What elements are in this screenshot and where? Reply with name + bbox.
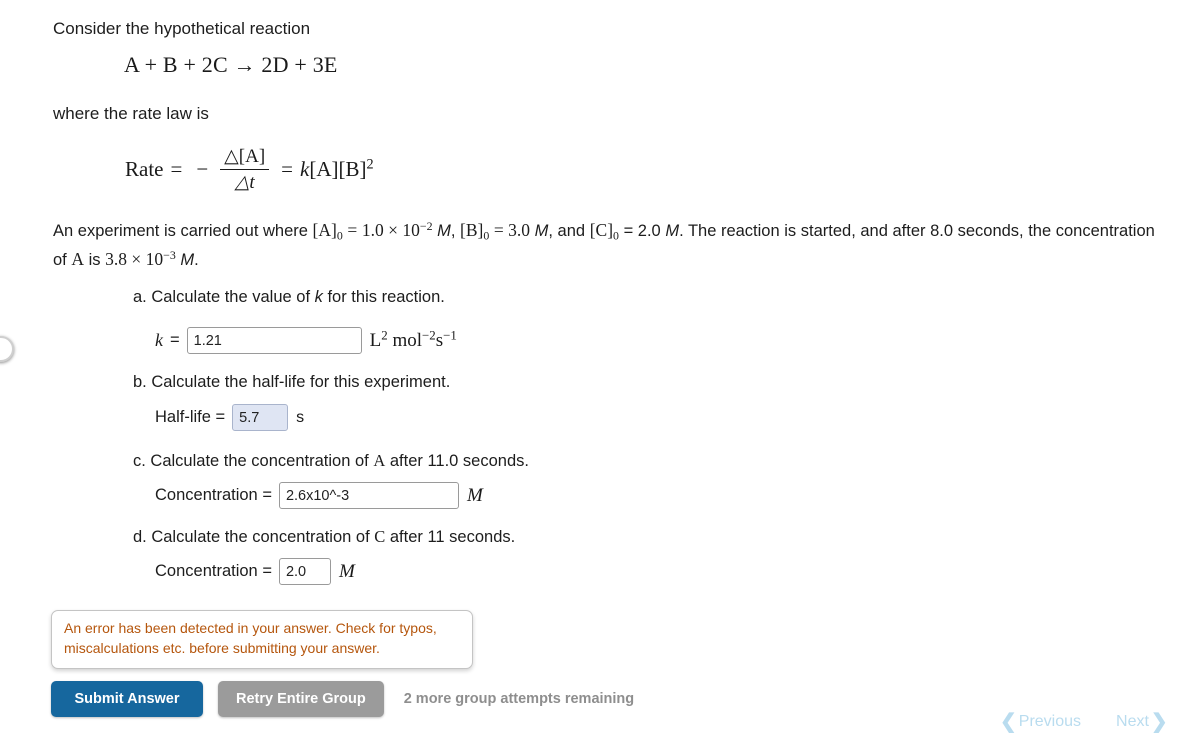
rate-law-fraction: △[A] △t [220, 145, 270, 194]
k-label: k [155, 330, 163, 350]
question-a-prompt: a. Calculate the value of k for this rea… [133, 285, 445, 311]
k-equals: = [170, 331, 180, 349]
half-life-input[interactable] [232, 404, 289, 431]
error-message-box: An error has been detected in your answe… [51, 610, 473, 669]
previous-link-label: Previous [1018, 713, 1082, 730]
rate-law-rhs: k[A][B]2 [300, 156, 374, 181]
experiment-text-3: is [88, 250, 101, 269]
answer-row-b: Half-life = s [155, 404, 304, 431]
concentration-d-units: M [338, 560, 355, 582]
initial-C-label: [C]0 [589, 220, 619, 243]
initial-B-label: [B]0 [460, 220, 490, 243]
concentration-d-input[interactable] [278, 558, 331, 585]
rate-law-lhs: Rate [125, 157, 164, 181]
rate-law-numerator: △[A] [224, 146, 266, 167]
question-d-species: C [374, 527, 386, 546]
problem-intro-text: Consider the hypothetical reaction [53, 19, 311, 38]
next-link-label: Next [1116, 713, 1149, 730]
page-edge-handle[interactable] [0, 336, 14, 362]
question-a-variable: k [314, 288, 323, 306]
question-a-suffix: for this reaction. [327, 288, 445, 306]
rate-law-equals: = [170, 157, 183, 181]
answer-row-a: k = L2 mol−2s−1 [155, 327, 457, 354]
concentration-d-label: Concentration = [155, 562, 272, 580]
species-A-symbol: A [71, 248, 84, 269]
initial-A-equals: = [347, 220, 358, 240]
final-A-value: 3.8 × 10−3 [105, 247, 176, 269]
submit-answer-button[interactable]: Submit Answer [51, 681, 203, 717]
action-bar: Submit Answer Retry Entire Group 2 more … [51, 681, 634, 717]
question-c-prefix: c. Calculate the concentration of [133, 452, 369, 470]
rate-law-denominator: △t [220, 169, 270, 194]
initial-A-unit: M [437, 222, 451, 240]
previous-link[interactable]: ❮ Previous [1000, 712, 1081, 732]
chevron-left-icon: ❮ [1000, 711, 1017, 733]
rate-law-equals-2: = [281, 157, 294, 181]
initial-A-label: [A]0 [312, 220, 343, 243]
concentration-c-label: Concentration = [155, 486, 272, 504]
initial-C-value: = 2.0 [623, 222, 661, 240]
question-d-suffix: after 11 seconds. [389, 528, 516, 546]
next-link[interactable]: Next ❯ [1116, 712, 1168, 732]
initial-C-unit: M [665, 222, 680, 240]
chevron-right-icon: ❯ [1150, 711, 1168, 733]
bottom-navigation: ❮ Previous Next ❯ [1000, 712, 1168, 732]
question-a-prefix: a. Calculate the value of [133, 288, 311, 306]
error-message-line-2: miscalculations etc. before submitting y… [64, 639, 380, 656]
question-b-prompt: b. Calculate the half-life for this expe… [133, 373, 451, 391]
retry-entire-group-button[interactable]: Retry Entire Group [218, 681, 384, 717]
final-A-unit: M [180, 250, 195, 269]
initial-B-value: = 3.0 [493, 220, 531, 240]
concentration-c-units: M [466, 484, 483, 506]
answer-row-c: Concentration = M [155, 482, 483, 509]
question-d-prefix: d. Calculate the concentration of [133, 528, 370, 546]
period-1: . [194, 250, 199, 269]
rate-law-minus: − [196, 157, 209, 181]
initial-B-unit: M [534, 222, 549, 240]
k-units: L2 mol−2s−1 [369, 326, 457, 351]
k-value-input[interactable] [186, 327, 362, 354]
question-c-prompt: c. Calculate the concentration of A afte… [133, 448, 529, 475]
concentration-c-input[interactable] [278, 482, 459, 509]
question-c-species: A [373, 451, 386, 470]
comma-1: , [450, 222, 456, 240]
rate-law-equation: Rate = − △[A] △t = k[A][B]2 [125, 145, 374, 194]
question-c-suffix: after 11.0 seconds. [389, 452, 529, 470]
half-life-label: Half-life = [155, 408, 226, 426]
attempts-remaining-text: 2 more group attempts remaining [403, 691, 635, 707]
reaction-equation: A + B + 2C → 2D + 3E [124, 52, 338, 77]
half-life-units: s [296, 408, 305, 426]
error-message-line-1: An error has been detected in your answe… [64, 620, 437, 636]
experiment-text-1: An experiment is carried out where [53, 222, 308, 240]
answer-row-d: Concentration = M [155, 558, 355, 585]
experiment-paragraph: An experiment is carried out where [A]0 … [53, 216, 1163, 273]
initial-A-value: 1.0 × 10−2 [361, 218, 433, 240]
and-text: , and [548, 222, 586, 240]
rate-law-intro-text: where the rate law is [53, 104, 209, 123]
question-d-prompt: d. Calculate the concentration of C afte… [133, 524, 515, 551]
